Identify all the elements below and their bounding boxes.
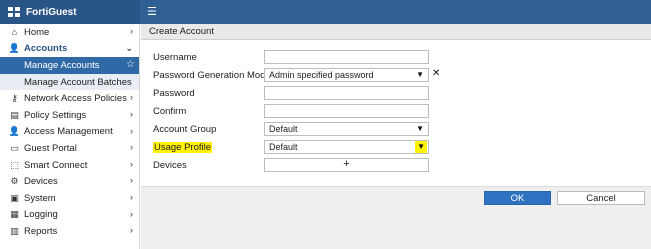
caret-down-icon: ▼ <box>416 124 424 133</box>
form-row-confirm: Confirm <box>153 104 433 118</box>
chevron-right-icon: › <box>130 191 133 202</box>
document-icon: ▤ <box>10 109 19 120</box>
ok-button[interactable]: OK <box>484 191 551 205</box>
chevron-right-icon: › <box>130 208 133 219</box>
form-footer: OK Cancel <box>141 186 651 249</box>
chevron-down-icon: ⌄ <box>125 42 133 53</box>
chevron-right-icon: › <box>130 158 133 169</box>
sidebar-item-label: Guest Portal <box>24 142 77 154</box>
main-panel: Create Account Username Password Generat… <box>141 24 651 249</box>
chevron-right-icon: › <box>130 108 133 119</box>
form-row-account-group: Account Group Default ▼ <box>153 122 433 136</box>
confirm-label: Confirm <box>153 106 187 117</box>
sidebar-item-smart-connect[interactable]: ⬚ Smart Connect › <box>0 157 139 174</box>
sidebar: ⌂ Home › 👤 Accounts ⌄ Manage Accounts ☆ … <box>0 24 140 249</box>
user-icon: 👤 <box>8 43 21 54</box>
form-row-password: Password <box>153 86 433 100</box>
sidebar-item-label: Devices <box>24 176 58 188</box>
form-row-password-mode: Password Generation Mode Admin specified… <box>153 68 440 82</box>
chevron-right-icon: › <box>130 225 133 236</box>
sidebar-item-label: Home <box>24 26 50 38</box>
sidebar-item-manage-account-batches[interactable]: Manage Account Batches <box>0 73 139 91</box>
caret-down-icon: ▼ <box>415 141 427 153</box>
sidebar-item-logging[interactable]: ▦ Logging › <box>0 207 139 224</box>
chart-icon: ▦ <box>10 209 19 220</box>
usage-profile-label: Usage Profile <box>153 142 213 153</box>
sidebar-item-home[interactable]: ⌂ Home › <box>0 24 139 41</box>
user-icon: 👤 <box>8 126 21 137</box>
system-icon: ▣ <box>10 192 19 203</box>
close-icon[interactable]: ✕ <box>432 68 440 79</box>
confirm-input[interactable] <box>264 104 429 118</box>
sidebar-item-label: Manage Accounts <box>24 59 100 71</box>
form-row-devices: Devices + <box>153 158 433 172</box>
password-input[interactable] <box>264 86 429 100</box>
monitor-icon: ▭ <box>10 142 19 153</box>
sidebar-item-label: Accounts <box>24 43 68 55</box>
home-icon: ⌂ <box>11 27 18 38</box>
add-device-button[interactable]: + <box>264 158 429 172</box>
key-icon: ⚷ <box>11 93 18 104</box>
connect-icon: ⬚ <box>10 159 19 170</box>
grid-logo-icon <box>8 7 20 17</box>
breadcrumb: Create Account <box>141 24 651 40</box>
sidebar-item-system[interactable]: ▣ System › <box>0 190 139 207</box>
chevron-right-icon: › <box>130 142 133 153</box>
sidebar-item-access-management[interactable]: 👤 Access Management › <box>0 124 139 141</box>
top-bar: FortiGuest ☰ <box>0 0 651 24</box>
account-group-value: Default <box>269 124 298 134</box>
sidebar-item-network-access-policies[interactable]: ⚷ Network Access Policies › <box>0 90 139 107</box>
sidebar-item-label: Reports <box>24 225 58 237</box>
chevron-right-icon: › <box>130 26 133 36</box>
sidebar-item-devices[interactable]: ⚙ Devices › <box>0 173 139 190</box>
usage-profile-select[interactable]: Default ▼ <box>264 140 429 154</box>
sidebar-item-label: Network Access Policies <box>24 93 127 105</box>
star-icon[interactable]: ☆ <box>126 59 135 70</box>
sidebar-item-policy-settings[interactable]: ▤ Policy Settings › <box>0 107 139 124</box>
report-icon: ▥ <box>10 225 19 236</box>
sidebar-item-reports[interactable]: ▥ Reports › <box>0 223 139 240</box>
username-input[interactable] <box>264 50 429 64</box>
chevron-right-icon: › <box>130 125 133 136</box>
sidebar-item-label: Logging <box>24 209 58 221</box>
app-brand[interactable]: FortiGuest <box>0 0 140 24</box>
chevron-right-icon: › <box>130 175 133 186</box>
page-title: Create Account <box>149 26 214 37</box>
password-mode-value: Admin specified password <box>269 70 374 80</box>
app-title: FortiGuest <box>26 6 77 18</box>
sidebar-item-label: System <box>24 192 56 204</box>
username-label: Username <box>153 52 197 63</box>
devices-label: Devices <box>153 160 187 171</box>
usage-profile-value: Default <box>269 142 298 152</box>
sidebar-item-label: Policy Settings <box>24 109 87 121</box>
account-group-label: Account Group <box>153 124 217 135</box>
chevron-right-icon: › <box>130 92 133 103</box>
account-group-select[interactable]: Default ▼ <box>264 122 429 136</box>
password-mode-select[interactable]: Admin specified password ▼ <box>264 68 429 82</box>
sidebar-item-label: Manage Account Batches <box>24 76 132 88</box>
sidebar-item-label: Smart Connect <box>24 159 88 171</box>
hamburger-icon[interactable]: ☰ <box>147 6 157 18</box>
sidebar-item-accounts[interactable]: 👤 Accounts ⌄ <box>0 41 139 58</box>
form-row-usage-profile: Usage Profile Default ▼ <box>153 140 433 154</box>
form-row-username: Username <box>153 50 433 64</box>
devices-icon: ⚙ <box>10 176 19 187</box>
sidebar-item-manage-accounts[interactable]: Manage Accounts ☆ <box>0 57 139 74</box>
password-label: Password <box>153 88 195 99</box>
cancel-button[interactable]: Cancel <box>557 191 645 205</box>
sidebar-item-label: Access Management <box>24 126 113 138</box>
password-mode-label: Password Generation Mode <box>153 70 271 81</box>
sidebar-item-guest-portal[interactable]: ▭ Guest Portal › <box>0 140 139 157</box>
caret-down-icon: ▼ <box>416 70 424 79</box>
